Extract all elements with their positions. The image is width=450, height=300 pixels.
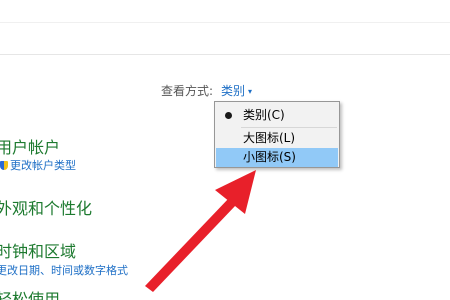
view-by-label: 查看方式: — [161, 84, 214, 98]
link-label[interactable]: 更改帐户类型 — [10, 159, 76, 172]
menu-item-label: 类别(C) — [243, 108, 285, 122]
menu-separator — [241, 127, 337, 128]
menu-item-label: 大图标(L) — [243, 131, 296, 145]
category-clock-region[interactable]: 时钟和区域 — [0, 238, 76, 262]
divider — [0, 22, 450, 23]
address-bar-area — [0, 0, 450, 55]
chevron-down-icon[interactable]: ▾ — [248, 87, 252, 96]
control-panel-window: 查看方式: 类别 ▾ 类别(C) 大图标(L) 小图标(S) 用户帐户 更改帐户类… — [0, 0, 450, 300]
view-by-value[interactable]: 类别 — [221, 84, 245, 98]
menu-item-large-icons[interactable]: 大图标(L) — [216, 129, 338, 148]
view-by-dropdown[interactable]: 类别 ▾ — [221, 82, 252, 99]
arrow-head — [215, 170, 256, 214]
uac-shield-icon — [0, 161, 8, 170]
menu-item-category[interactable]: 类别(C) — [216, 106, 338, 125]
menu-item-label: 小图标(S) — [243, 150, 296, 164]
category-ease-of-access[interactable]: 轻松使用 — [0, 286, 60, 300]
view-by-menu: 类别(C) 大图标(L) 小图标(S) — [214, 101, 340, 168]
category-user-accounts[interactable]: 用户帐户 — [0, 134, 60, 158]
menu-item-small-icons[interactable]: 小图标(S) — [216, 148, 338, 167]
change-date-time-link[interactable]: 更改日期、时间或数字格式 — [0, 262, 128, 278]
arrow-shaft — [145, 198, 236, 292]
selected-bullet-icon — [225, 112, 232, 119]
category-appearance[interactable]: 外观和个性化 — [0, 195, 92, 219]
change-account-type-link[interactable]: 更改帐户类型 — [0, 157, 76, 173]
